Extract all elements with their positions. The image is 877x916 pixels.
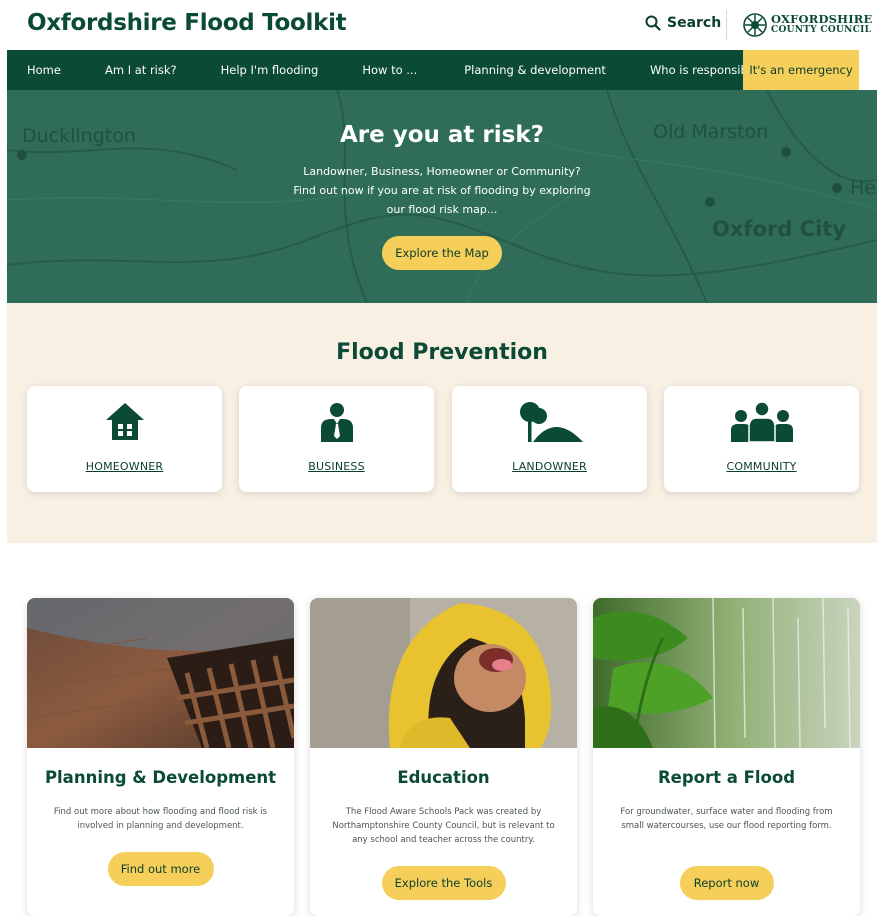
- prevention-card-business[interactable]: BUSINESS: [239, 386, 434, 492]
- card-text: The Flood Aware Schools Pack was created…: [332, 807, 555, 845]
- report-now-button[interactable]: Report now: [679, 866, 774, 900]
- prevention-card-label[interactable]: BUSINESS: [239, 460, 434, 473]
- site-title[interactable]: Oxfordshire Flood Toolkit: [27, 10, 347, 36]
- hero-title: Are you at risk?: [339, 122, 544, 148]
- council-name-line2: COUNTY COUNCIL: [771, 25, 872, 35]
- tree-hill-icon: [519, 402, 583, 442]
- group-people-icon: [730, 401, 793, 443]
- nav-item-planning-development[interactable]: Planning & development: [417, 50, 606, 90]
- prevention-card-community[interactable]: COMMUNITY: [664, 386, 859, 492]
- card-education: Education The Flood Aware Schools Pack w…: [310, 598, 577, 916]
- council-crest-icon: [743, 13, 767, 37]
- search-icon: [645, 15, 661, 31]
- nav-item-home[interactable]: Home: [7, 50, 61, 90]
- nav-item-how-to[interactable]: How to ...: [318, 50, 417, 90]
- prevention-card-landowner[interactable]: LANDOWNER: [452, 386, 647, 492]
- site-header: Oxfordshire Flood Toolkit Search OXFORDS…: [0, 0, 877, 50]
- nav-item-help-im-flooding[interactable]: Help I'm flooding: [177, 50, 319, 90]
- prevention-card-homeowner[interactable]: HOMEOWNER: [27, 386, 222, 492]
- card-title: Planning & Development: [44, 768, 277, 787]
- prevention-card-label[interactable]: COMMUNITY: [664, 460, 859, 473]
- card-report-flood: Report a Flood For groundwater, surface …: [593, 598, 860, 916]
- child-raincoat-image: [310, 598, 577, 748]
- nav-item-am-i-at-risk[interactable]: Am I at risk?: [61, 50, 177, 90]
- explore-map-button[interactable]: Explore the Map: [382, 236, 502, 270]
- header-divider: [726, 10, 727, 40]
- explore-tools-button[interactable]: Explore the Tools: [381, 866, 506, 900]
- main-nav: Home Am I at risk? Help I'm flooding How…: [7, 50, 859, 90]
- prevention-card-label[interactable]: LANDOWNER: [452, 460, 647, 473]
- prevention-card-label[interactable]: HOMEOWNER: [27, 460, 222, 473]
- card-title: Report a Flood: [657, 768, 796, 787]
- find-out-more-button[interactable]: Find out more: [107, 852, 214, 886]
- council-logo[interactable]: OXFORDSHIRE COUNTY COUNCIL: [743, 12, 873, 38]
- council-name-line1: OXFORDSHIRE: [771, 12, 873, 26]
- card-text: For groundwater, surface water and flood…: [620, 807, 833, 831]
- nav-emergency-button[interactable]: It's an emergency: [743, 50, 859, 90]
- business-person-icon: [320, 403, 353, 442]
- search-label: Search: [667, 15, 722, 31]
- house-icon: [105, 403, 144, 440]
- leaves-rain-image: [593, 598, 860, 748]
- nav-item-who-is-responsible[interactable]: Who is responsible?: [606, 50, 764, 90]
- storm-drain-image: [27, 598, 294, 748]
- hero-text: Landowner, Business, Homeowner or Commun…: [293, 165, 591, 216]
- card-planning-development: Planning & Development Find out more abo…: [27, 598, 294, 916]
- flood-prevention-title: Flood Prevention: [336, 340, 548, 365]
- card-title: Education: [397, 768, 490, 787]
- hero-banner: Ducklington Old Marston Oxford City He A…: [7, 90, 877, 303]
- flood-prevention-section: Flood Prevention HOMEOWNER BUSINESS LAND…: [7, 303, 877, 543]
- search-button[interactable]: Search: [645, 15, 721, 31]
- hero-content: Are you at risk? Landowner, Business, Ho…: [7, 90, 877, 270]
- card-text: Find out more about how flooding and flo…: [53, 807, 268, 831]
